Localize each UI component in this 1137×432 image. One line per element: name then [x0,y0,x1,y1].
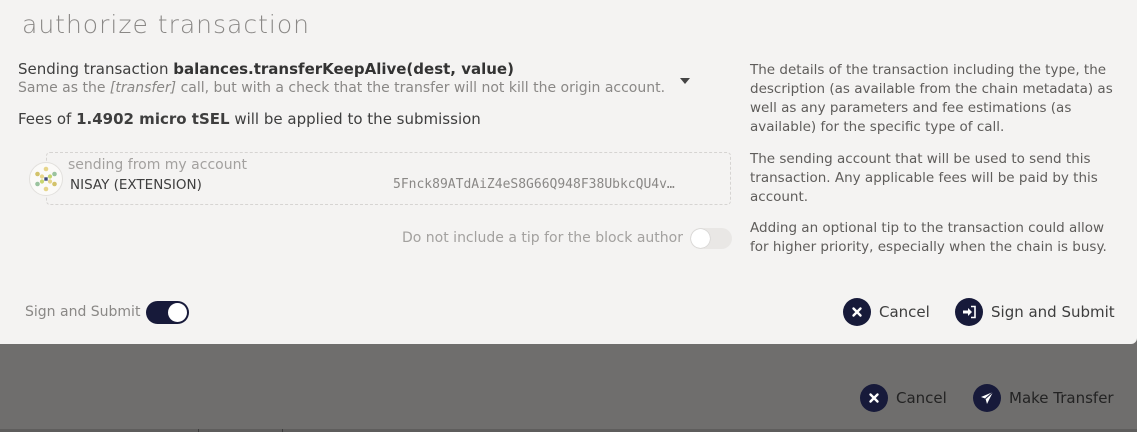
cancel-button-label: Cancel [879,303,930,321]
close-icon [843,298,871,326]
account-label: sending from my account [68,157,247,173]
fees-line: Fees of 1.4902 micro tSEL will be applie… [18,110,481,128]
help-tip: Adding an optional tip to the transactio… [750,220,1107,255]
paper-plane-icon [973,384,1001,412]
account-address: 5Fnck89ATdAiZ4eS8G66Q948F38UbkcQU4v… [393,177,675,192]
sign-and-submit-toggle-label: Sign and Submit [25,304,141,320]
fees-amount: 1.4902 micro tSEL [76,110,230,128]
background-page-actions: Cancel Make Transfer [0,344,1137,432]
description-before: Same as the [18,80,110,96]
modal-title: authorize transaction [22,10,311,39]
fees-suffix: will be applied to the submission [229,110,481,128]
sign-and-submit-toggle[interactable] [146,301,189,324]
sign-and-submit-button[interactable]: Sign and Submit [955,298,1115,326]
transaction-summary: Sending transaction balances.transferKee… [18,60,708,96]
make-transfer-button[interactable]: Make Transfer [973,384,1114,412]
help-transaction-details: The details of the transaction including… [750,62,1113,135]
close-icon [860,384,888,412]
transaction-description: Same as the [transfer] call, but with a … [18,80,708,96]
account-identicon-icon [29,162,63,196]
sign-and-submit-button-label: Sign and Submit [991,303,1115,321]
tip-toggle[interactable] [690,228,732,249]
help-sending-account: The sending account that will be used to… [750,151,1098,205]
sign-toggle-knob [168,303,187,322]
background-cancel-button[interactable]: Cancel [860,384,947,412]
fees-prefix: Fees of [18,110,77,128]
background-cancel-button-label: Cancel [896,389,947,407]
transaction-prefix: Sending transaction [18,60,174,78]
make-transfer-button-label: Make Transfer [1009,389,1114,407]
description-after: call, but with a check that the transfer… [176,80,666,96]
authorize-transaction-modal: authorize transaction Sending transactio… [0,0,1137,344]
tip-toggle-label: Do not include a tip for the block autho… [402,230,683,246]
account-name: NISAY (EXTENSION) [70,177,202,193]
description-emphasis: [transfer] [109,80,177,96]
transaction-line: Sending transaction balances.transferKee… [18,60,708,78]
tip-toggle-knob [691,229,710,248]
cancel-button[interactable]: Cancel [843,298,930,326]
transaction-call: balances.transferKeepAlive(dest, value) [173,60,514,78]
sign-in-icon [955,298,983,326]
expand-details-chevron-down-icon[interactable] [680,78,690,84]
